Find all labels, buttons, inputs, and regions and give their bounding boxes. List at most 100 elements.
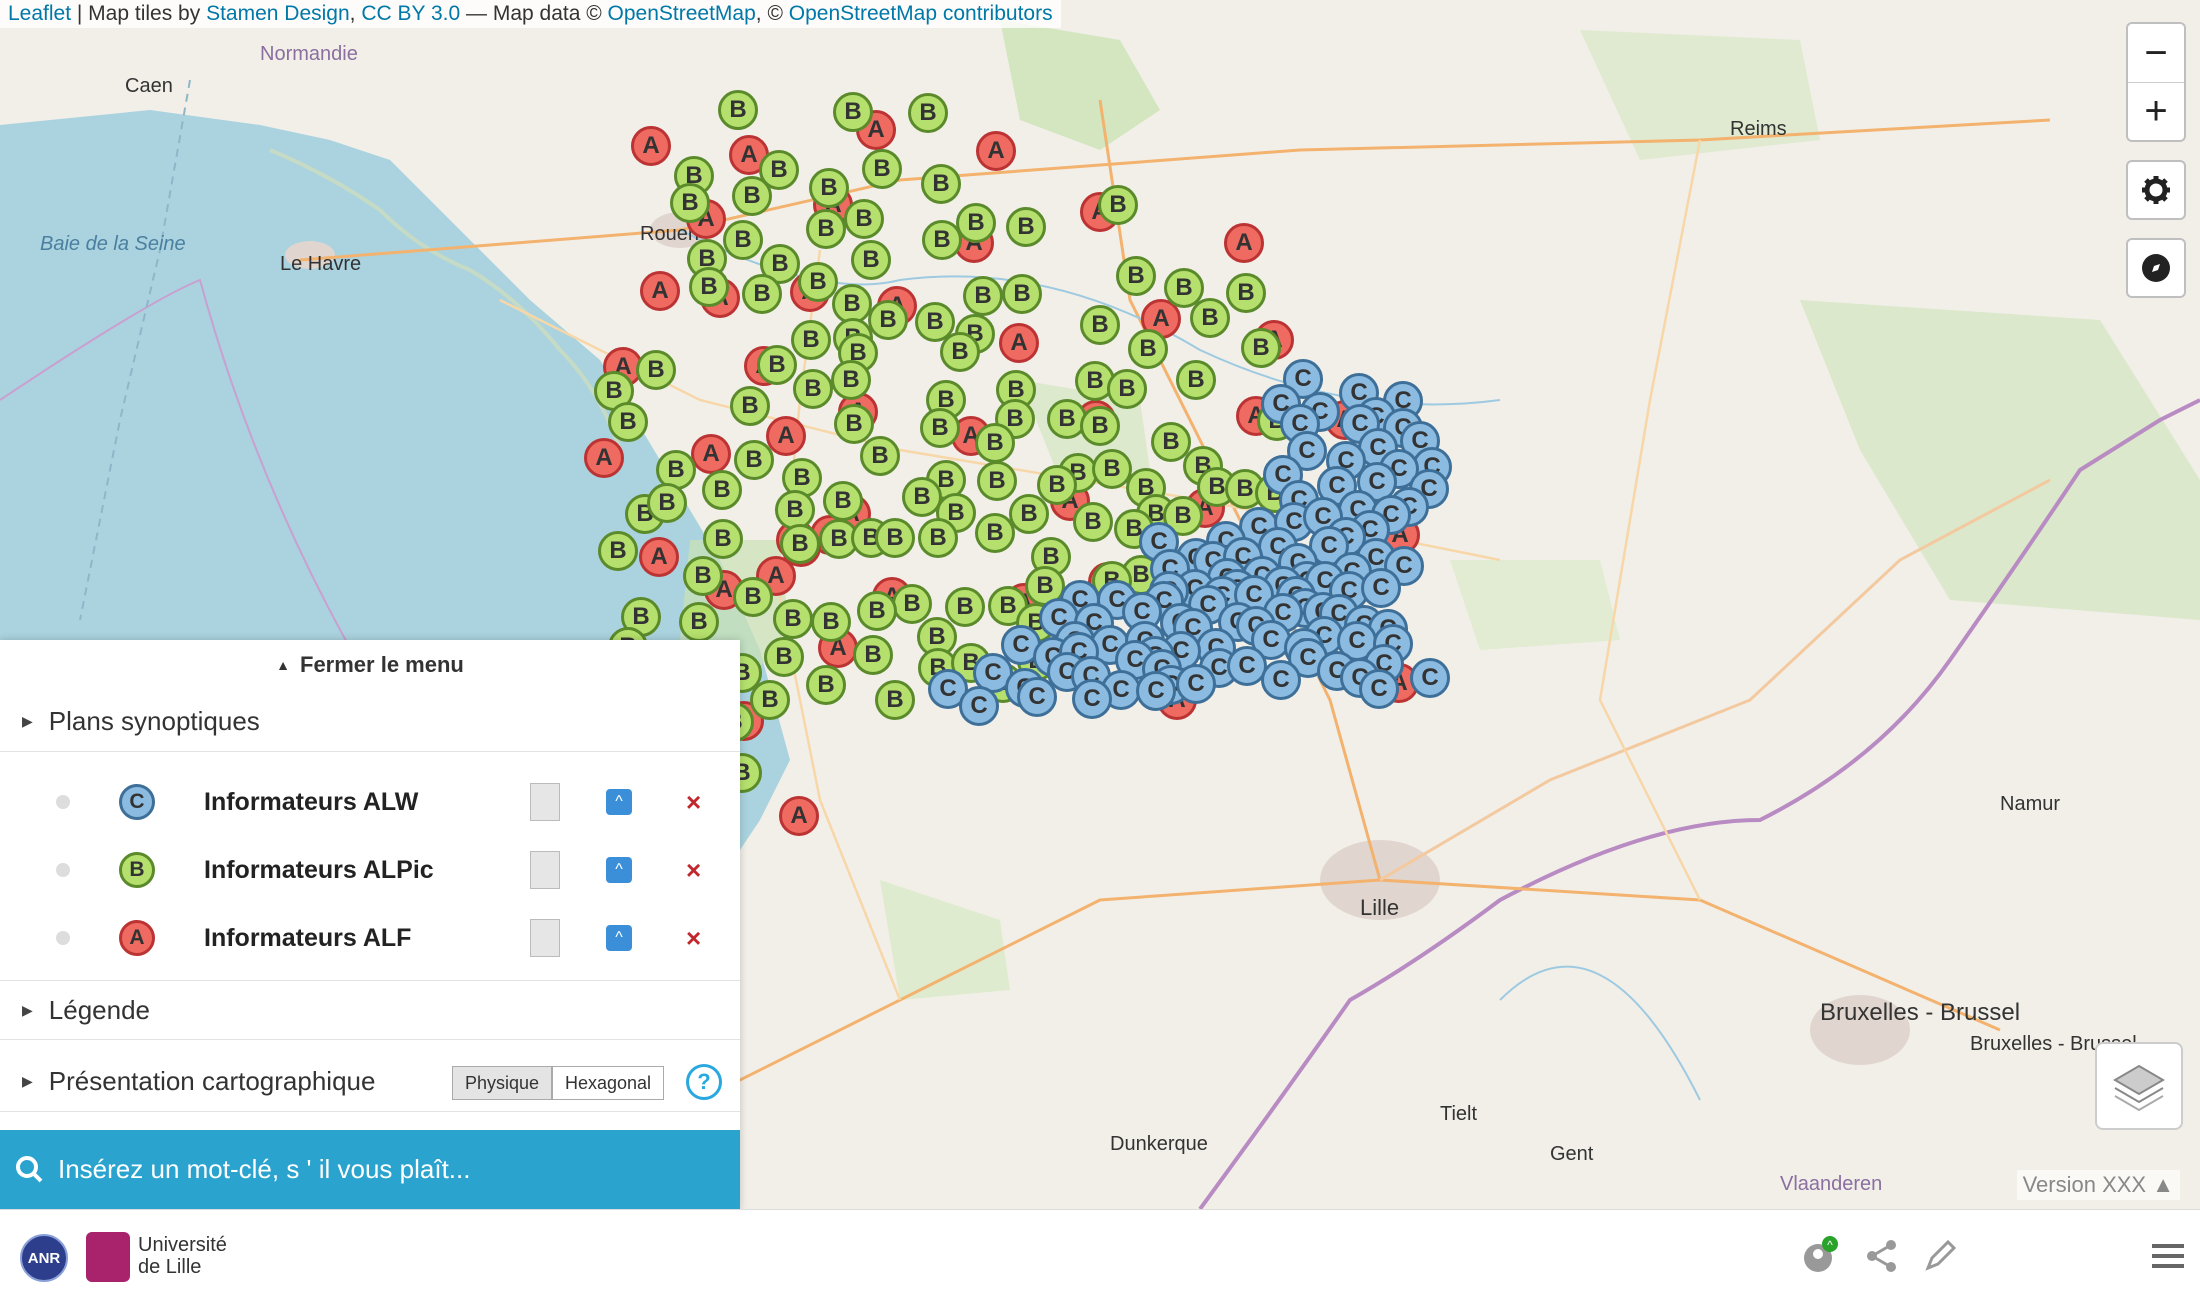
share-button[interactable] — [1862, 1236, 1902, 1276]
synoptic-section[interactable]: ▶ Plans synoptiques — [0, 692, 740, 752]
map-marker-b[interactable]: B — [975, 513, 1015, 553]
visibility-toggle[interactable] — [56, 931, 70, 945]
move-up-icon[interactable]: ^ — [606, 925, 632, 951]
map-marker-b[interactable]: B — [1128, 329, 1168, 369]
map-marker-b[interactable]: B — [809, 168, 849, 208]
physical-view-button[interactable]: Physique — [452, 1066, 552, 1100]
map-marker-b[interactable]: B — [921, 164, 961, 204]
stamen-link[interactable]: Stamen Design — [206, 2, 350, 25]
map-marker-a[interactable]: A — [779, 796, 819, 836]
map-marker-b[interactable]: B — [793, 369, 833, 409]
map-marker-b[interactable]: B — [862, 149, 902, 189]
map-marker-b[interactable]: B — [851, 240, 891, 280]
map-marker-b[interactable]: B — [1176, 360, 1216, 400]
map-marker-b[interactable]: B — [831, 360, 871, 400]
map-marker-b[interactable]: B — [977, 461, 1017, 501]
move-up-icon[interactable]: ^ — [606, 789, 632, 815]
presentation-label[interactable]: Présentation cartographique — [49, 1066, 376, 1097]
map-marker-b[interactable]: B — [598, 531, 638, 571]
map-marker-a[interactable]: A — [691, 434, 731, 474]
search-bar[interactable]: Insérez un mot-clé, s ' il vous plaît... — [0, 1130, 740, 1209]
map-marker-b[interactable]: B — [798, 262, 838, 302]
map-marker-b[interactable]: B — [806, 209, 846, 249]
map-marker-b[interactable]: B — [679, 602, 719, 642]
zoom-in-button[interactable]: + — [2128, 82, 2184, 140]
map-marker-b[interactable]: B — [608, 402, 648, 442]
map-marker-b[interactable]: B — [732, 176, 772, 216]
layers-button[interactable] — [2095, 1042, 2183, 1130]
hexagonal-view-button[interactable]: Hexagonal — [552, 1066, 664, 1100]
map-marker-b[interactable]: B — [742, 274, 782, 314]
map-marker-b[interactable]: B — [757, 345, 797, 385]
map-marker-a[interactable]: A — [1224, 223, 1264, 263]
map-marker-b[interactable]: B — [647, 483, 687, 523]
visibility-toggle[interactable] — [56, 863, 70, 877]
map-marker-c[interactable]: C — [1072, 679, 1112, 719]
settings-button[interactable] — [2126, 160, 2186, 220]
remove-icon[interactable]: × — [686, 923, 701, 954]
compass-button[interactable] — [2126, 238, 2186, 298]
legend-section[interactable]: ▶ Légende — [0, 980, 740, 1040]
map-marker-b[interactable]: B — [723, 220, 763, 260]
map-marker-b[interactable]: B — [764, 637, 804, 677]
map-marker-b[interactable]: B — [1080, 406, 1120, 446]
map-marker-a[interactable]: A — [640, 271, 680, 311]
map-marker-b[interactable]: B — [636, 350, 676, 390]
map-marker-b[interactable]: B — [823, 481, 863, 521]
map-marker-c[interactable]: C — [1410, 658, 1450, 698]
osm-contributors-link[interactable]: OpenStreetMap contributors — [789, 2, 1053, 25]
map-marker-b[interactable]: B — [811, 602, 851, 642]
map-marker-b[interactable]: B — [860, 436, 900, 476]
map-marker-b[interactable]: B — [733, 577, 773, 617]
map-marker-b[interactable]: B — [918, 518, 958, 558]
map-marker-b[interactable]: B — [1226, 273, 1266, 313]
file-icon[interactable] — [530, 851, 560, 889]
map-marker-c[interactable]: C — [1017, 677, 1057, 717]
map-marker-b[interactable]: B — [834, 404, 874, 444]
map-marker-b[interactable]: B — [956, 203, 996, 243]
contributor-button[interactable]: ^ — [1800, 1236, 1840, 1276]
map-marker-b[interactable]: B — [922, 220, 962, 260]
osm-link[interactable]: OpenStreetMap — [608, 2, 756, 25]
map-marker-b[interactable]: B — [734, 440, 774, 480]
map-marker-a[interactable]: A — [639, 537, 679, 577]
map-marker-b[interactable]: B — [1073, 502, 1113, 542]
map-marker-b[interactable]: B — [908, 93, 948, 133]
map-marker-b[interactable]: B — [940, 332, 980, 372]
file-icon[interactable] — [530, 783, 560, 821]
map-marker-b[interactable]: B — [963, 276, 1003, 316]
map-marker-c[interactable]: C — [1176, 664, 1216, 704]
map-marker-b[interactable]: B — [844, 199, 884, 239]
map-marker-b[interactable]: B — [920, 408, 960, 448]
map-marker-c[interactable]: C — [1261, 660, 1301, 700]
map-marker-b[interactable]: B — [1002, 274, 1042, 314]
map-marker-b[interactable]: B — [1009, 494, 1049, 534]
map-marker-b[interactable]: B — [892, 584, 932, 624]
map-marker-a[interactable]: A — [976, 131, 1016, 171]
version-label[interactable]: Version XXX ▲ — [2016, 1170, 2180, 1200]
map-marker-c[interactable]: C — [1361, 568, 1401, 608]
map-marker-b[interactable]: B — [1098, 185, 1138, 225]
map-marker-b[interactable]: B — [975, 423, 1015, 463]
map-marker-b[interactable]: B — [853, 635, 893, 675]
visibility-toggle[interactable] — [56, 795, 70, 809]
leaflet-link[interactable]: Leaflet — [8, 2, 71, 25]
close-menu-button[interactable]: ▲ Fermer le menu — [0, 640, 740, 690]
map-marker-b[interactable]: B — [875, 518, 915, 558]
map-marker-b[interactable]: B — [702, 470, 742, 510]
map-marker-c[interactable]: C — [1136, 671, 1176, 711]
map-marker-b[interactable]: B — [1006, 207, 1046, 247]
map-marker-a[interactable]: A — [584, 438, 624, 478]
map-marker-b[interactable]: B — [1190, 298, 1230, 338]
map-marker-a[interactable]: A — [999, 323, 1039, 363]
map-marker-b[interactable]: B — [718, 90, 758, 130]
map-marker-b[interactable]: B — [750, 680, 790, 720]
help-icon[interactable]: ? — [686, 1064, 722, 1100]
map-marker-b[interactable]: B — [806, 665, 846, 705]
map-marker-b[interactable]: B — [857, 591, 897, 631]
map-marker-b[interactable]: B — [689, 267, 729, 307]
remove-icon[interactable]: × — [686, 787, 701, 818]
map-marker-b[interactable]: B — [945, 587, 985, 627]
map-marker-b[interactable]: B — [683, 556, 723, 596]
map-marker-b[interactable]: B — [703, 519, 743, 559]
